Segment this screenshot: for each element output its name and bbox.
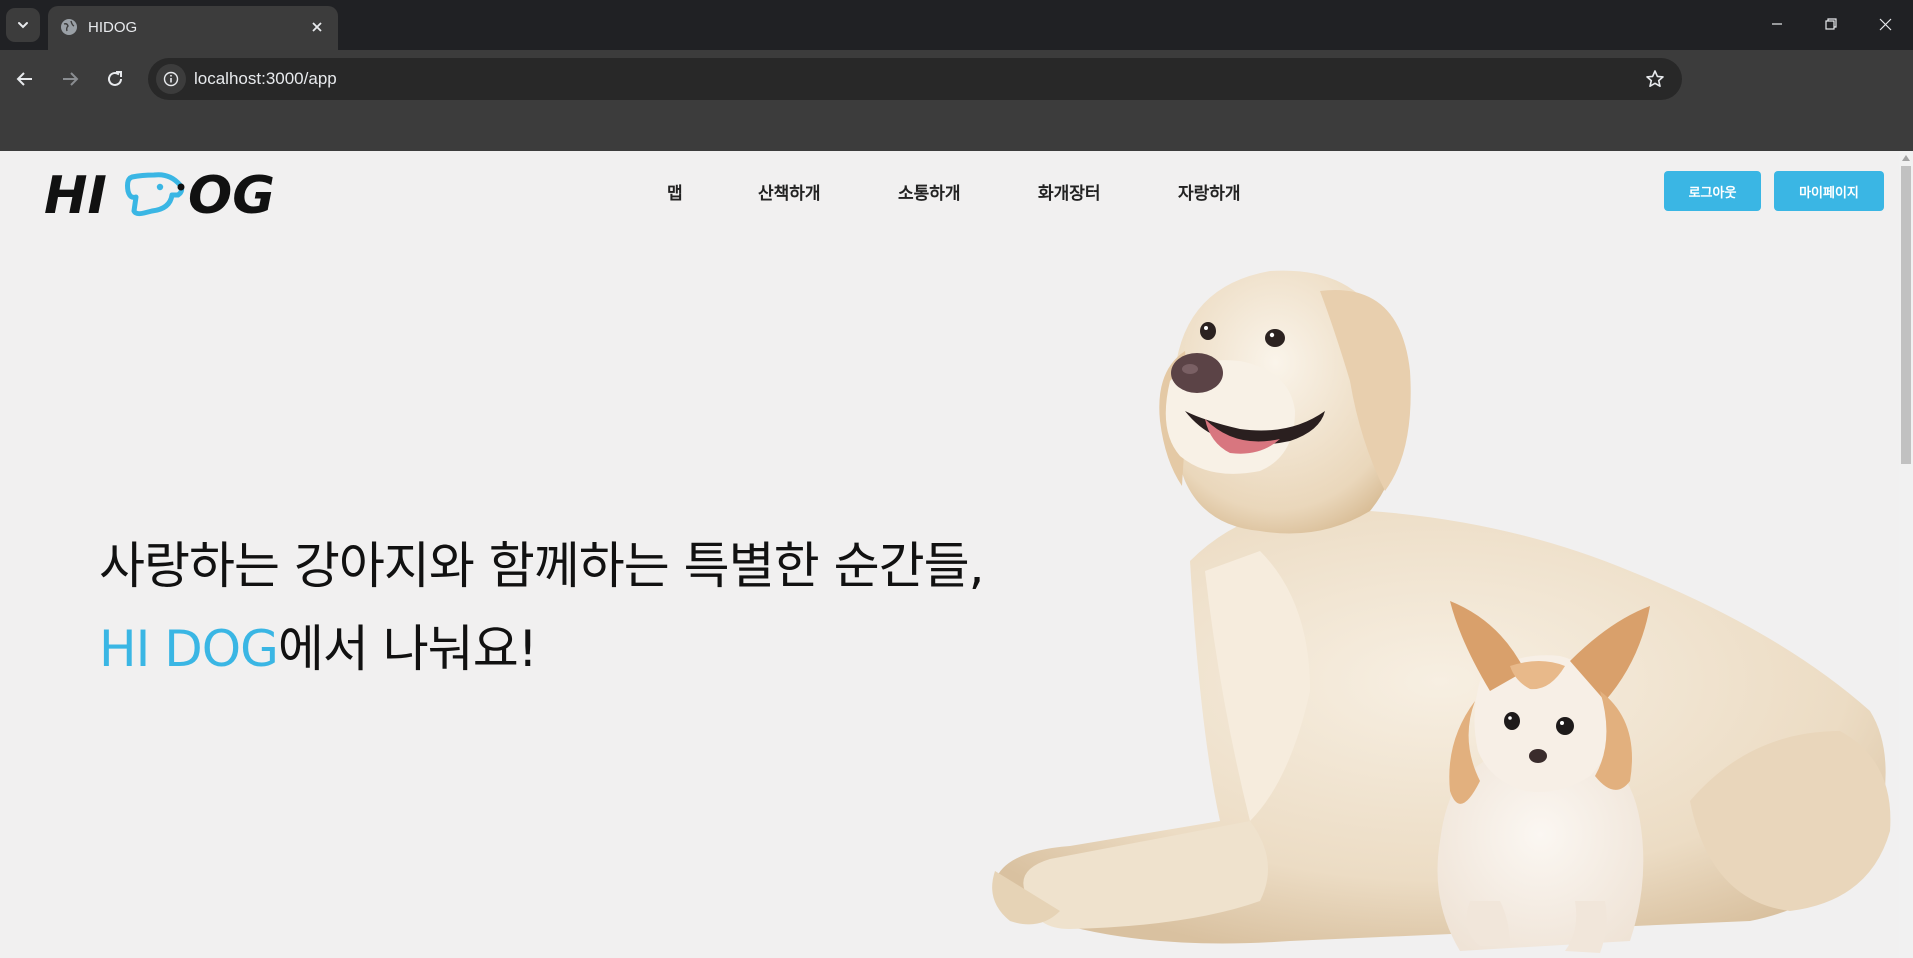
dog-head-icon [125,172,185,217]
restore-button[interactable] [1802,0,1860,48]
logout-button[interactable]: 로그아웃 [1664,171,1761,211]
hero-brand-text: HI DOG [99,620,279,678]
page-scrollbar[interactable] [1899,151,1913,958]
back-button[interactable] [9,63,41,95]
tab-close-button[interactable] [304,14,330,40]
mypage-button[interactable]: 마이페이지 [1774,171,1884,211]
logo-text-hi: HI [44,166,107,223]
scrollbar-thumb[interactable] [1901,166,1911,464]
reload-icon [108,71,122,86]
hero-headline: 사랑하는 강아지와 함께하는 특별한 순간들, [99,537,984,595]
address-bar[interactable]: localhost:3000/app [148,58,1682,100]
star-icon [1646,70,1664,87]
bookmarks-bar [0,108,1913,151]
tab-search-button[interactable] [6,8,40,42]
browser-tab-bar: HIDOG [0,0,1913,50]
minimize-icon [1772,23,1782,25]
forward-button[interactable] [54,63,86,95]
bookmark-button[interactable] [1642,66,1668,92]
globe-icon [61,19,77,35]
nav-item-showoff[interactable]: 자랑하개 [1178,179,1241,204]
arrow-left-icon [16,72,32,86]
dogs-hero-image [992,270,1891,953]
browser-tab[interactable]: HIDOG [48,6,338,50]
close-icon [312,22,322,32]
minimize-button[interactable] [1748,0,1806,48]
close-window-button[interactable] [1856,0,1913,48]
page-viewport: HI OG 맵 산책하개 소통하개 화개장터 자랑하개 로그아웃 마이페이지 사… [0,151,1913,958]
chevron-down-icon [18,22,28,29]
arrow-right-icon [63,72,79,86]
hero-subheadline: HI DOG에서 나눠요! [99,609,538,681]
tab-title: HIDOG [88,19,138,36]
scroll-up-arrow-icon[interactable] [1902,155,1910,161]
close-icon [1879,18,1891,30]
nav-item-map[interactable]: 맵 [667,179,683,204]
url-text: localhost:3000/app [194,69,337,88]
site-info-button[interactable] [156,64,186,94]
logo-text-og: OG [188,166,275,223]
nav-item-community[interactable]: 소통하개 [898,179,961,204]
site-logo[interactable]: HI OG [44,165,284,226]
info-icon [163,71,179,87]
reload-button[interactable] [99,63,131,95]
nav-item-market[interactable]: 화개장터 [1038,179,1101,204]
browser-toolbar: localhost:3000/app [0,50,1913,108]
restore-icon [1825,18,1837,30]
hero-subheadline-rest: 에서 나눠요! [277,620,538,678]
nav-item-walk[interactable]: 산책하개 [758,179,821,204]
hidog-logo-image: HI OG [44,166,275,226]
